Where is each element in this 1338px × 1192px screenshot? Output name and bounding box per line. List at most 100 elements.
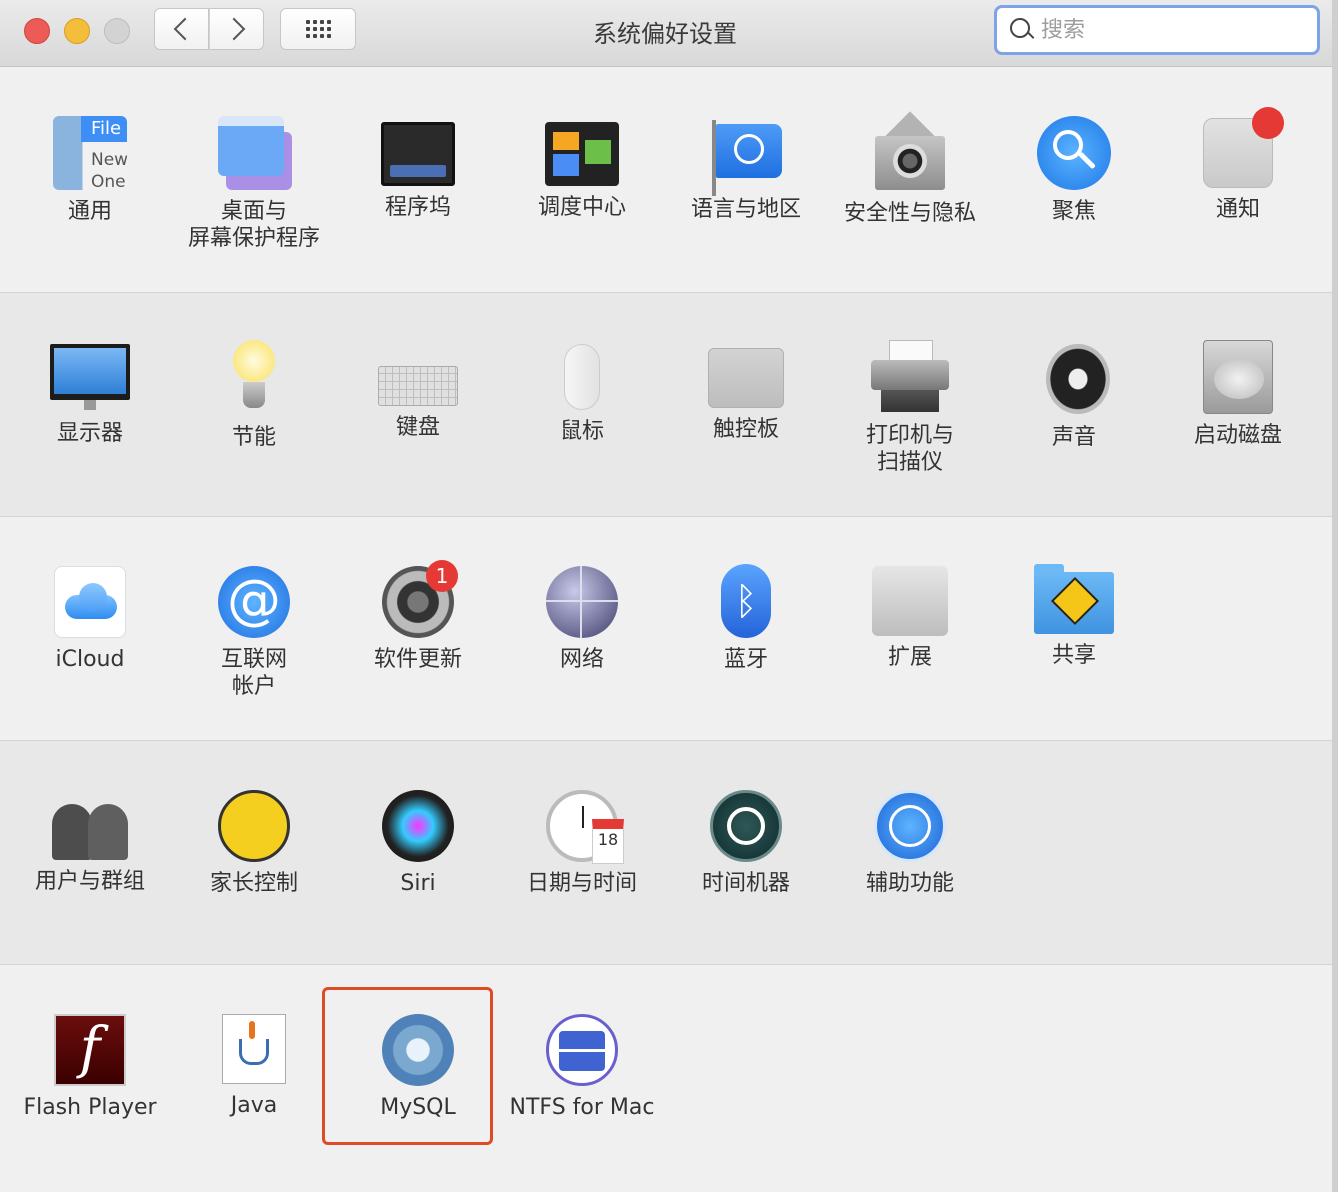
- pref-label: 用户与群组: [34, 869, 145, 894]
- pref-accessibility[interactable]: 辅助功能: [828, 784, 992, 897]
- keyboard-icon: [378, 366, 458, 406]
- pref-energy-saver[interactable]: 节能: [172, 336, 336, 451]
- mysql-highlight-box: [322, 987, 493, 1145]
- pref-label: 辅助功能: [865, 871, 954, 896]
- pref-sharing[interactable]: 共享: [992, 560, 1156, 669]
- calendar-date: 18: [592, 819, 624, 864]
- window-edge: [1332, 0, 1338, 1192]
- update-count-badge: 1: [426, 560, 458, 592]
- search-input[interactable]: [1039, 16, 1313, 44]
- pref-label: 时间机器: [701, 871, 790, 896]
- pref-label: NTFS for Mac: [509, 1095, 655, 1120]
- pref-label: 显示器: [56, 421, 123, 446]
- show-all-button[interactable]: [280, 8, 356, 50]
- desktop-screensaver-icon: [218, 116, 292, 190]
- pref-parental-controls[interactable]: 家长控制: [172, 784, 336, 897]
- pref-dock[interactable]: 程序坞: [336, 112, 500, 221]
- pref-spotlight[interactable]: 聚焦: [992, 112, 1156, 225]
- pref-flash-player[interactable]: f Flash Player: [8, 1008, 172, 1121]
- close-window-button[interactable]: [24, 18, 50, 44]
- ntfs-icon: [546, 1014, 618, 1086]
- notifications-icon: [1203, 107, 1284, 188]
- pref-language-region[interactable]: 语言与地区: [664, 112, 828, 223]
- pref-label: 日期与时间: [526, 871, 637, 896]
- pref-label: 打印机与 扫描仪: [865, 423, 954, 475]
- network-icon: [546, 566, 618, 638]
- pref-label: iCloud: [55, 647, 125, 672]
- pref-startup-disk[interactable]: 启动磁盘: [1156, 336, 1320, 449]
- pref-label: 软件更新: [373, 647, 462, 672]
- general-icon: File New One: [53, 116, 127, 190]
- pref-label: 共享: [1051, 643, 1096, 668]
- dock-icon: [381, 122, 455, 186]
- mission-control-icon: [545, 122, 619, 186]
- pref-time-machine[interactable]: 时间机器: [664, 784, 828, 897]
- pref-security-privacy[interactable]: 安全性与隐私: [828, 111, 992, 227]
- time-machine-icon: [710, 790, 782, 862]
- pref-label: 通用: [67, 199, 112, 224]
- flash-player-icon: f: [54, 1014, 126, 1086]
- pref-label: Siri: [400, 871, 436, 896]
- java-icon: [222, 1014, 286, 1084]
- search-field[interactable]: [994, 5, 1320, 55]
- pref-ntfs-for-mac[interactable]: NTFS for Mac: [500, 1008, 664, 1121]
- pref-label: 节能: [231, 425, 276, 450]
- pref-software-update[interactable]: 1 软件更新: [336, 560, 500, 673]
- sharing-icon: [1034, 564, 1114, 634]
- forward-button[interactable]: [209, 8, 264, 50]
- parental-controls-icon: [218, 790, 290, 862]
- pref-label: 蓝牙: [723, 647, 768, 672]
- pref-general[interactable]: File New One 通用: [8, 112, 172, 225]
- siri-icon: [382, 790, 454, 862]
- trackpad-icon: [708, 348, 784, 408]
- spotlight-icon: [1037, 116, 1111, 190]
- pref-java[interactable]: Java: [172, 1008, 336, 1119]
- pref-label: 互联网 帐户: [220, 647, 287, 699]
- pref-desktop-screensaver[interactable]: 桌面与 屏幕保护程序: [172, 112, 336, 252]
- back-button[interactable]: [154, 8, 209, 50]
- pref-printers-scanners[interactable]: 打印机与 扫描仪: [828, 336, 992, 476]
- pref-mission-control[interactable]: 调度中心: [500, 112, 664, 221]
- pref-icloud[interactable]: iCloud: [8, 560, 172, 673]
- startup-disk-icon: [1203, 340, 1273, 414]
- pref-label: 程序坞: [384, 195, 451, 220]
- pref-label: 触控板: [712, 417, 779, 442]
- energy-saver-icon: [229, 340, 279, 416]
- title-bar: 系统偏好设置: [0, 0, 1332, 67]
- pref-display[interactable]: 显示器: [8, 336, 172, 447]
- pref-internet-accounts[interactable]: @ 互联网 帐户: [172, 560, 336, 700]
- pref-label: 语言与地区: [690, 197, 801, 222]
- language-region-icon: [708, 120, 784, 196]
- software-update-icon: 1: [382, 560, 458, 638]
- pref-users-groups[interactable]: 用户与群组: [8, 784, 172, 895]
- pref-label: 通知: [1215, 197, 1260, 222]
- pref-label: 启动磁盘: [1193, 423, 1282, 448]
- pref-notifications[interactable]: 通知: [1156, 107, 1320, 223]
- printer-icon: [871, 340, 949, 414]
- pref-sound[interactable]: 声音: [992, 336, 1156, 451]
- security-privacy-icon: [871, 111, 949, 192]
- pref-bluetooth[interactable]: ᛒ 蓝牙: [664, 560, 828, 673]
- window-title: 系统偏好设置: [593, 20, 737, 48]
- pref-label: 声音: [1051, 425, 1096, 450]
- chevron-left-icon: [173, 17, 196, 41]
- pref-label: 调度中心: [537, 195, 626, 220]
- pref-mouse[interactable]: 鼠标: [500, 336, 664, 445]
- minimize-window-button[interactable]: [64, 18, 90, 44]
- pref-label: 键盘: [395, 415, 440, 440]
- pref-keyboard[interactable]: 键盘: [336, 336, 500, 441]
- accessibility-icon: [874, 790, 946, 862]
- pref-date-time[interactable]: 18 日期与时间: [500, 784, 664, 897]
- pref-label: Java: [230, 1093, 278, 1118]
- pref-label: 网络: [559, 647, 604, 672]
- search-icon: [1009, 15, 1035, 45]
- chevron-right-icon: [222, 17, 245, 41]
- pref-network[interactable]: 网络: [500, 560, 664, 673]
- internet-accounts-icon: @: [218, 566, 290, 638]
- pref-siri[interactable]: Siri: [336, 784, 500, 897]
- pref-extensions[interactable]: 扩展: [828, 560, 992, 671]
- pref-trackpad[interactable]: 触控板: [664, 336, 828, 443]
- extensions-icon: [872, 566, 948, 636]
- notification-dot-icon: [1252, 107, 1284, 139]
- zoom-window-button[interactable]: [104, 18, 130, 44]
